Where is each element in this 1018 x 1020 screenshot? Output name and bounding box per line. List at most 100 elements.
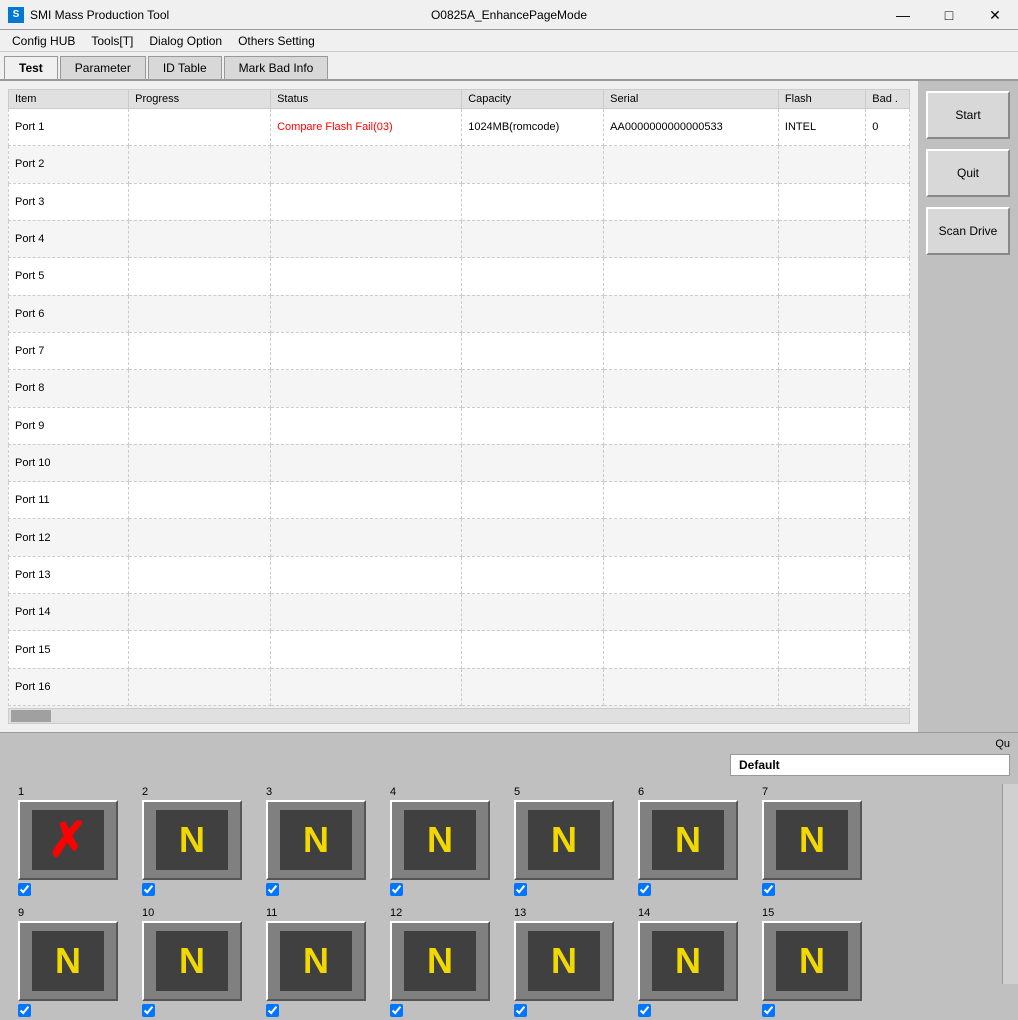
- table-row: Port 3: [9, 183, 910, 220]
- port-cell: 6N: [628, 786, 748, 899]
- port-icon-inner: N: [776, 931, 848, 991]
- port-checkbox[interactable]: [628, 883, 651, 899]
- port-checkbox[interactable]: [8, 883, 31, 899]
- port-n-icon: N: [799, 822, 825, 858]
- app-title: SMI Mass Production Tool: [30, 8, 169, 22]
- port-x-icon: ✗: [48, 812, 88, 868]
- port-number: 4: [380, 786, 396, 798]
- col-header-flash: Flash: [778, 90, 865, 109]
- port-number: 1: [8, 786, 24, 798]
- port-number: 2: [132, 786, 148, 798]
- port-checkbox[interactable]: [256, 883, 279, 899]
- tab-test[interactable]: Test: [4, 56, 58, 79]
- port-icon-wrap[interactable]: N: [266, 921, 366, 1001]
- port-icon-wrap[interactable]: N: [514, 921, 614, 1001]
- table-row: Port 1Compare Flash Fail(03)1024MB(romco…: [9, 109, 910, 146]
- port-checkbox[interactable]: [132, 883, 155, 899]
- scan-drive-button[interactable]: Scan Drive: [926, 207, 1010, 255]
- port-icon-inner: N: [156, 931, 228, 991]
- minimize-button[interactable]: —: [880, 0, 926, 30]
- port-n-icon: N: [303, 943, 329, 979]
- col-header-item: Item: [9, 90, 129, 109]
- port-cell: 15N: [752, 907, 872, 1020]
- port-icon-wrap[interactable]: N: [266, 800, 366, 880]
- port-cell: 5N: [504, 786, 624, 899]
- table-row: Port 16: [9, 668, 910, 705]
- port-icon-wrap[interactable]: N: [142, 921, 242, 1001]
- port-checkbox[interactable]: [380, 1004, 403, 1020]
- port-icon-wrap[interactable]: N: [390, 800, 490, 880]
- table-row: Port 4: [9, 220, 910, 257]
- menu-config-hub[interactable]: Config HUB: [4, 32, 83, 50]
- port-section: Default 1✗2N3N4N5N6N7N 9N10N11N12N13N14N…: [0, 754, 1018, 984]
- port-checkbox[interactable]: [256, 1004, 279, 1020]
- table-row: Port 10: [9, 444, 910, 481]
- port-icon-inner: N: [280, 931, 352, 991]
- title-bar: S SMI Mass Production Tool O0825A_Enhanc…: [0, 0, 1018, 30]
- right-panel: Start Quit Scan Drive: [918, 81, 1018, 732]
- port-checkbox[interactable]: [752, 1004, 775, 1020]
- port-n-icon: N: [179, 943, 205, 979]
- port-cell: 13N: [504, 907, 624, 1020]
- table-row: Port 7: [9, 332, 910, 369]
- col-header-bad: Bad .: [866, 90, 910, 109]
- menu-tools[interactable]: Tools[T]: [83, 32, 141, 50]
- table-row: Port 13: [9, 556, 910, 593]
- bottom-bar: Qu: [0, 732, 1018, 754]
- port-icon-wrap[interactable]: N: [142, 800, 242, 880]
- table-row: Port 2: [9, 146, 910, 183]
- port-icon-inner: ✗: [32, 810, 104, 870]
- port-cell: 3N: [256, 786, 376, 899]
- port-checkbox[interactable]: [132, 1004, 155, 1020]
- port-number: 14: [628, 907, 650, 919]
- menu-others-setting[interactable]: Others Setting: [230, 32, 323, 50]
- port-n-icon: N: [551, 943, 577, 979]
- tab-id-table[interactable]: ID Table: [148, 56, 222, 79]
- port-cell: 2N: [132, 786, 252, 899]
- col-header-progress: Progress: [129, 90, 271, 109]
- start-button[interactable]: Start: [926, 91, 1010, 139]
- port-scroll-indicator[interactable]: [1002, 784, 1018, 984]
- port-icon-inner: N: [156, 810, 228, 870]
- port-number: 6: [628, 786, 644, 798]
- port-icon-wrap[interactable]: ✗: [18, 800, 118, 880]
- port-number: 11: [256, 907, 277, 919]
- port-cell: 7N: [752, 786, 872, 899]
- port-number: 3: [256, 786, 272, 798]
- port-icon-wrap[interactable]: N: [762, 921, 862, 1001]
- table-row: Port 6: [9, 295, 910, 332]
- port-n-icon: N: [179, 822, 205, 858]
- port-icon-wrap[interactable]: N: [638, 921, 738, 1001]
- port-icon-wrap[interactable]: N: [18, 921, 118, 1001]
- port-checkbox[interactable]: [504, 883, 527, 899]
- main-content: Item Progress Status Capacity Serial Fla…: [0, 81, 1018, 732]
- port-number: 10: [132, 907, 154, 919]
- quit-button[interactable]: Quit: [926, 149, 1010, 197]
- table-row: Port 9: [9, 407, 910, 444]
- port-icon-wrap[interactable]: N: [638, 800, 738, 880]
- tab-mark-bad-info[interactable]: Mark Bad Info: [224, 56, 329, 79]
- maximize-button[interactable]: □: [926, 0, 972, 30]
- port-number: 5: [504, 786, 520, 798]
- port-number: 7: [752, 786, 768, 798]
- window-controls: — □ ✕: [880, 0, 1018, 29]
- menu-bar: Config HUB Tools[T] Dialog Option Others…: [0, 30, 1018, 52]
- port-icon-wrap[interactable]: N: [390, 921, 490, 1001]
- port-cell: 4N: [380, 786, 500, 899]
- horizontal-scrollbar[interactable]: [8, 708, 910, 724]
- port-icon-wrap[interactable]: N: [514, 800, 614, 880]
- col-header-status: Status: [271, 90, 462, 109]
- port-number: 9: [8, 907, 24, 919]
- port-checkbox[interactable]: [752, 883, 775, 899]
- port-icon-wrap[interactable]: N: [762, 800, 862, 880]
- port-checkbox[interactable]: [628, 1004, 651, 1020]
- menu-dialog-option[interactable]: Dialog Option: [141, 32, 230, 50]
- table-row: Port 15: [9, 631, 910, 668]
- port-n-icon: N: [427, 822, 453, 858]
- tab-parameter[interactable]: Parameter: [60, 56, 146, 79]
- port-checkbox[interactable]: [504, 1004, 527, 1020]
- scrollbar-thumb[interactable]: [11, 710, 51, 722]
- port-checkbox[interactable]: [380, 883, 403, 899]
- port-checkbox[interactable]: [8, 1004, 31, 1020]
- close-button[interactable]: ✕: [972, 0, 1018, 30]
